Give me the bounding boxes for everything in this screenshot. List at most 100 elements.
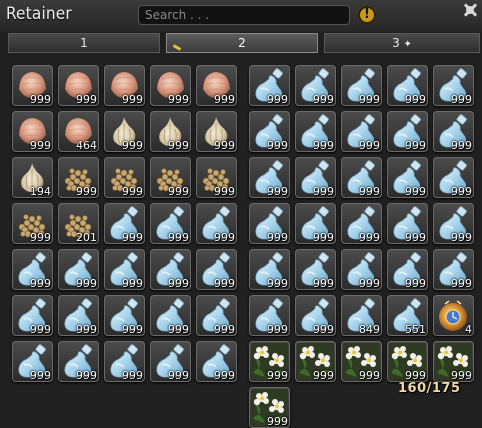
right-grid-slot[interactable]: 999 (433, 249, 474, 290)
left-grid-slot[interactable]: 999 (104, 65, 145, 106)
right-grid-slot[interactable]: 999 (341, 341, 382, 382)
right-grid-slot[interactable]: 999 (341, 111, 382, 152)
left-grid-slot[interactable]: 999 (196, 157, 237, 198)
right-grid-slot[interactable]: 999 (249, 65, 290, 106)
left-grid-slot[interactable]: 999 (58, 295, 99, 336)
right-grid-slot[interactable]: 999 (433, 203, 474, 244)
item-quantity: 999 (405, 139, 426, 152)
item-quantity: 999 (168, 323, 189, 336)
left-grid-slot[interactable]: 999 (196, 295, 237, 336)
right-grid-slot[interactable]: 999 (295, 249, 336, 290)
item-quantity: 999 (122, 369, 143, 382)
left-grid-slot[interactable]: 194 (12, 157, 53, 198)
tab-2-label: 2 (238, 36, 246, 50)
item-quantity: 999 (359, 231, 380, 244)
right-grid-slot[interactable]: 999 (387, 341, 428, 382)
left-grid-slot[interactable]: 999 (104, 295, 145, 336)
window-title: Retainer (6, 4, 72, 24)
item-quantity: 999 (76, 93, 97, 106)
right-grid-slot[interactable]: 551 (387, 295, 428, 336)
item-quantity: 999 (405, 277, 426, 290)
right-grid-slot[interactable]: 999 (433, 157, 474, 198)
left-grid-slot[interactable]: 999 (150, 249, 191, 290)
left-grid-slot[interactable]: 999 (12, 65, 53, 106)
right-grid-slot[interactable]: 999 (295, 111, 336, 152)
left-grid-slot[interactable]: 999 (150, 111, 191, 152)
left-grid-slot[interactable]: 999 (12, 295, 53, 336)
left-grid-slot[interactable]: 999 (58, 157, 99, 198)
left-grid-slot[interactable]: 999 (150, 157, 191, 198)
right-grid-slot[interactable]: 849 (341, 295, 382, 336)
right-grid-slot[interactable]: 999 (387, 65, 428, 106)
tab-2[interactable]: 2 (166, 33, 318, 53)
right-grid-slot[interactable]: 999 (387, 157, 428, 198)
right-grid-slot[interactable]: 4 (433, 295, 474, 336)
left-grid-slot[interactable]: 999 (150, 203, 191, 244)
right-grid-slot[interactable]: 999 (433, 65, 474, 106)
left-grid-slot[interactable]: 464 (58, 111, 99, 152)
left-grid-slot[interactable]: 999 (104, 203, 145, 244)
right-grid-slot[interactable]: 999 (249, 387, 290, 428)
left-grid-slot[interactable]: 999 (150, 65, 191, 106)
search-input[interactable] (138, 5, 350, 25)
left-grid-slot[interactable]: 999 (196, 111, 237, 152)
item-quantity: 464 (76, 139, 97, 152)
left-grid-slot[interactable]: 999 (12, 111, 53, 152)
right-grid-slot[interactable]: 999 (249, 341, 290, 382)
tab-1[interactable]: 1 (8, 33, 160, 53)
right-grid-slot[interactable]: 999 (249, 203, 290, 244)
right-grid-slot[interactable]: 999 (387, 203, 428, 244)
info-icon[interactable]: ! (358, 6, 376, 24)
left-grid-slot[interactable]: 999 (104, 341, 145, 382)
right-grid-slot[interactable]: 999 (249, 249, 290, 290)
left-grid-slot[interactable]: 999 (196, 203, 237, 244)
right-grid-slot[interactable]: 999 (295, 295, 336, 336)
right-grid-slot[interactable]: 999 (433, 341, 474, 382)
right-grid-slot[interactable]: 999 (341, 65, 382, 106)
item-quantity: 999 (30, 277, 51, 290)
right-grid-slot[interactable]: 999 (387, 249, 428, 290)
item-quantity: 849 (359, 323, 380, 336)
item-quantity: 999 (122, 139, 143, 152)
left-grid-slot[interactable]: 999 (104, 157, 145, 198)
left-grid-slot[interactable]: 201 (58, 203, 99, 244)
left-grid-slot[interactable]: 999 (196, 341, 237, 382)
left-grid-slot[interactable]: 999 (104, 249, 145, 290)
item-quantity: 999 (214, 185, 235, 198)
left-grid-slot[interactable]: 999 (104, 111, 145, 152)
item-quantity: 999 (122, 93, 143, 106)
item-quantity: 999 (267, 323, 288, 336)
item-quantity: 999 (168, 231, 189, 244)
right-grid-slot[interactable]: 999 (249, 157, 290, 198)
right-grid-slot[interactable]: 999 (295, 203, 336, 244)
right-grid-slot[interactable]: 999 (341, 157, 382, 198)
right-grid-slot[interactable]: 999 (341, 249, 382, 290)
tab-3[interactable]: 3 ✦ (324, 33, 480, 53)
item-quantity: 999 (359, 93, 380, 106)
left-grid-slot[interactable]: 999 (150, 295, 191, 336)
left-grid-slot[interactable]: 999 (196, 65, 237, 106)
right-grid-slot[interactable]: 999 (295, 157, 336, 198)
right-grid-slot[interactable]: 999 (295, 341, 336, 382)
left-grid-slot[interactable]: 999 (150, 341, 191, 382)
item-quantity: 4 (465, 323, 472, 336)
item-quantity: 999 (313, 185, 334, 198)
left-grid-slot[interactable]: 999 (58, 341, 99, 382)
right-grid-slot[interactable]: 999 (387, 111, 428, 152)
left-grid-slot[interactable]: 999 (12, 341, 53, 382)
right-grid-slot[interactable]: 999 (249, 111, 290, 152)
left-grid-slot[interactable]: 999 (12, 249, 53, 290)
right-grid-slot[interactable]: 999 (295, 65, 336, 106)
left-grid-slot[interactable]: 999 (58, 249, 99, 290)
left-grid-slot[interactable]: 999 (12, 203, 53, 244)
title-bar: Retainer ! (0, 0, 482, 32)
right-grid-slot[interactable]: 999 (341, 203, 382, 244)
item-quantity: 999 (122, 231, 143, 244)
right-grid-slot[interactable]: 999 (249, 295, 290, 336)
left-grid-slot[interactable]: 999 (58, 65, 99, 106)
right-grid-slot[interactable]: 999 (433, 111, 474, 152)
left-grid-slot[interactable]: 999 (196, 249, 237, 290)
item-quantity: 999 (267, 277, 288, 290)
item-quantity: 999 (359, 185, 380, 198)
settings-icon[interactable] (462, 2, 478, 18)
